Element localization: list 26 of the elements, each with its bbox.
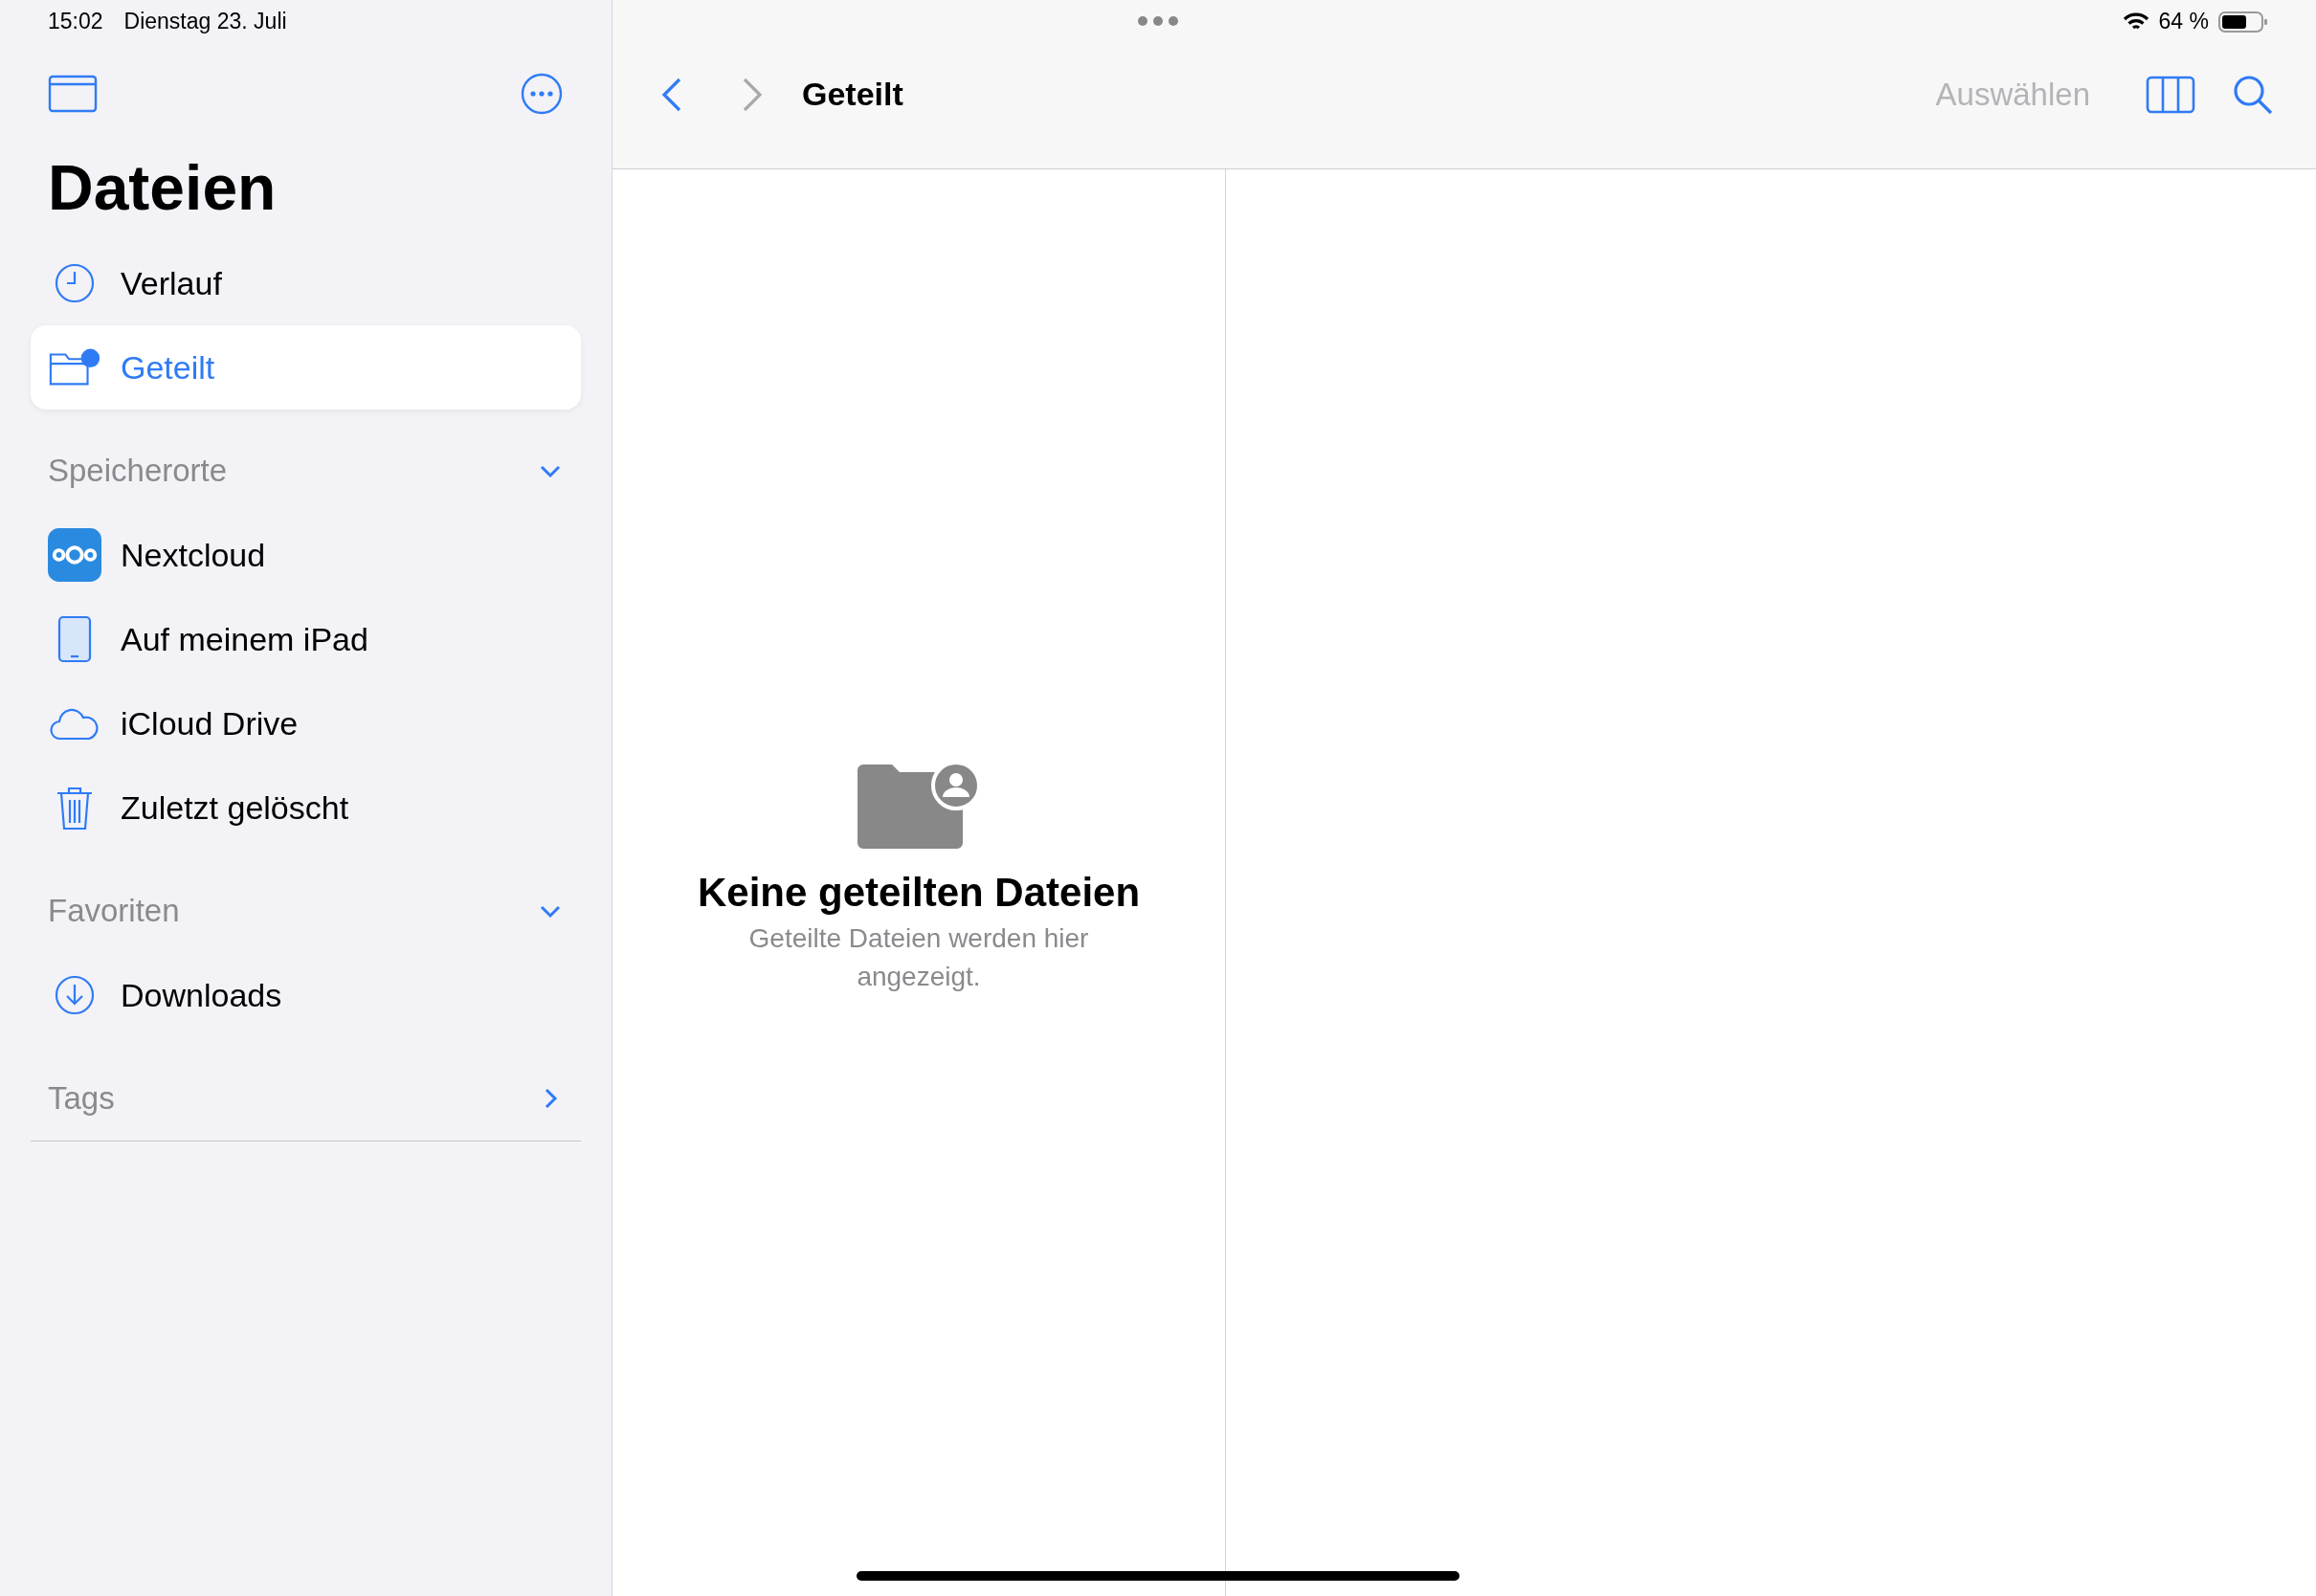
status-time: 15:02 (48, 9, 103, 34)
sidebar-item[interactable]: Geteilt (31, 325, 581, 410)
cloud-logo-icon (48, 527, 101, 583)
empty-state-message: Geteilte Dateien werden hier angezeigt. (747, 921, 1090, 993)
sidebar-title: Dateien (48, 151, 278, 225)
sidebar-toggle-icon[interactable] (48, 74, 98, 113)
toolbar-title: Geteilt (802, 76, 904, 113)
battery-percent: 64 % (2158, 9, 2209, 34)
sidebar-item[interactable]: Auf meinem iPad (31, 597, 581, 681)
empty-state-title: Keine geteilten Dateien (697, 869, 1141, 916)
battery-icon (2218, 10, 2268, 33)
status-date: Dienstag 23. Juli (123, 9, 287, 34)
section-header: Tags (48, 1080, 115, 1117)
sidebar-item[interactable]: Downloads (31, 953, 581, 1037)
sidebar-item[interactable]: Verlauf (31, 241, 581, 325)
tablet-icon (57, 615, 92, 663)
sidebar-item[interactable]: iCloud Drive (31, 681, 581, 765)
section-header: Favoriten (48, 893, 180, 929)
multitasking-dots-icon[interactable] (1137, 15, 1179, 27)
clock-icon (54, 262, 96, 304)
section-header: Speicherorte (48, 453, 228, 489)
sidebar-item[interactable]: Nextcloud (31, 513, 581, 597)
more-icon[interactable] (520, 71, 564, 116)
trash-icon (56, 785, 94, 831)
download-icon (54, 974, 96, 1016)
sidebar-item[interactable]: Zuletzt gelöscht (31, 765, 581, 850)
